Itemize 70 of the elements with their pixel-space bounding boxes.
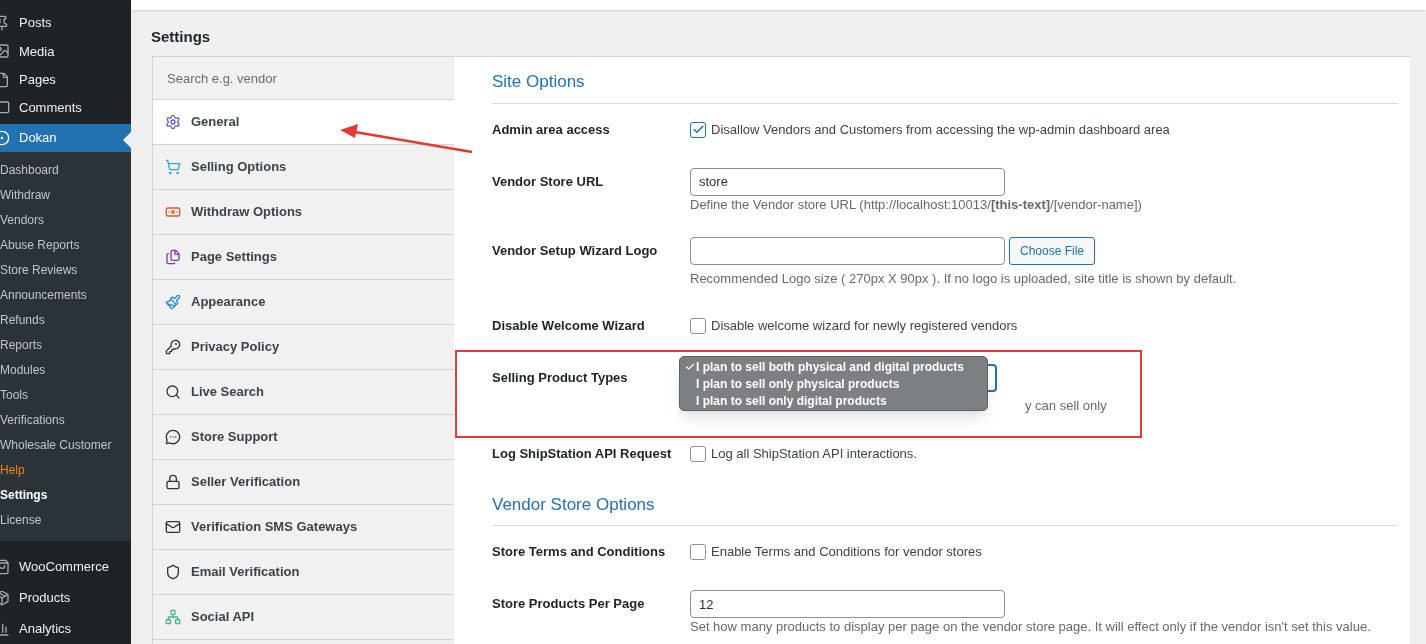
submenu-item[interactable]: Wholesale Customer	[0, 433, 131, 458]
search-field[interactable]: Search e.g. vendor	[153, 56, 454, 100]
field-description: Define the Vendor store URL (http://localhost:10013/[this-text]/[vendor-name])	[690, 196, 1142, 213]
submenu-item[interactable]: Dashboard	[0, 158, 131, 183]
checkbox[interactable]	[690, 445, 706, 462]
submenu-item[interactable]: License	[0, 508, 131, 533]
field-label: Selling Product Types	[492, 369, 629, 387]
submenu-item[interactable]: Withdraw	[0, 183, 131, 208]
submenu-item[interactable]: Modules	[0, 358, 131, 383]
submenu-item[interactable]: Tools	[0, 383, 131, 408]
submenu-item[interactable]: Verifications	[0, 408, 131, 433]
field-description: y can sell only	[1025, 397, 1107, 415]
key-icon	[165, 339, 181, 355]
field-label: Vendor Setup Wizard Logo	[492, 241, 659, 260]
choose-file-button[interactable]: Choose File	[1009, 236, 1096, 265]
checkbox[interactable]	[690, 318, 706, 334]
field-label: Vendor Store URL	[492, 172, 605, 191]
submenu-item[interactable]: Settings	[0, 483, 131, 508]
chat-bubble-icon	[165, 429, 181, 445]
settings-tab[interactable]: General	[153, 100, 454, 145]
cart-icon	[165, 159, 181, 175]
text-field[interactable]: store	[690, 167, 1005, 196]
search-icon	[165, 384, 181, 400]
admin-menu-item[interactable]: Products	[0, 582, 131, 613]
admin-menu-item[interactable]: Pages	[0, 65, 131, 94]
field-label: Log ShipStation API Request	[492, 444, 673, 463]
banknote-icon	[165, 204, 181, 220]
option-label: I plan to sell only physical products	[696, 375, 900, 393]
submenu-item[interactable]: Store Reviews	[0, 258, 131, 283]
field-description: Recommended Logo size ( 270px X 90px ). If no logo is uploaded, site title is shown by default.	[690, 269, 1237, 288]
pages-icon	[165, 249, 181, 265]
option-label: I plan to sell only digital products	[696, 392, 887, 410]
field-label: Store Products Per Page	[492, 595, 646, 613]
admin-menu-item[interactable]: Analytics	[0, 613, 131, 644]
checkbox-label: Disable welcome wizard for newly registered vendors	[711, 317, 1018, 336]
admin-menu-item[interactable]: Posts	[0, 9, 131, 38]
admin-menu-item[interactable]: Comments	[0, 93, 131, 122]
hierarchy-icon	[165, 609, 181, 625]
admin-menu-item[interactable]: WooCommerce	[0, 551, 131, 582]
paintbrush-icon	[165, 294, 181, 310]
section-title: Vendor Store Options	[492, 479, 1398, 526]
lock-icon	[165, 474, 181, 490]
checkbox-label: Disallow Vendors and Customers from accessing the wp-admin dashboard area	[711, 120, 1170, 139]
section-title: Site Options	[492, 57, 1398, 104]
check-icon	[685, 361, 695, 372]
dropdown-option[interactable]: I plan to sell only digital products	[685, 392, 982, 409]
field-label: Disable Welcome Wizard	[492, 317, 646, 335]
page-title: Settings	[151, 28, 211, 45]
field-description: Set how many products to display per page on the vendor store page. It will effect only if the vendor isn't set this value.	[690, 619, 1371, 635]
check-icon	[691, 123, 705, 136]
checkbox[interactable]	[690, 121, 706, 138]
submenu-item[interactable]: Reports	[0, 333, 131, 358]
submenu-item[interactable]: Help	[0, 458, 131, 483]
text-field[interactable]: 12	[690, 590, 1005, 618]
gear-icon	[165, 114, 181, 130]
checkbox-label: Enable Terms and Conditions for vendor stores	[711, 543, 982, 562]
checkbox[interactable]	[690, 544, 706, 560]
submenu-item[interactable]: Refunds	[0, 308, 131, 333]
envelope-icon	[165, 519, 181, 535]
submenu-item[interactable]: Abuse Reports	[0, 233, 131, 258]
file-path-field[interactable]	[690, 236, 1005, 265]
submenu-item[interactable]: Vendors	[0, 208, 131, 233]
admin-menu-item[interactable]: Media	[0, 37, 131, 66]
admin-menu-item[interactable]: Dokan	[0, 123, 131, 152]
dropdown-option[interactable]: I plan to sell only physical products	[685, 375, 982, 392]
shield-icon	[165, 564, 181, 580]
field-label: Store Terms and Conditions	[492, 543, 667, 561]
checkbox-label: Log all ShipStation API interactions.	[711, 444, 917, 463]
field-label: Admin area access	[492, 120, 611, 139]
submenu-item[interactable]: Announcements	[0, 283, 131, 308]
